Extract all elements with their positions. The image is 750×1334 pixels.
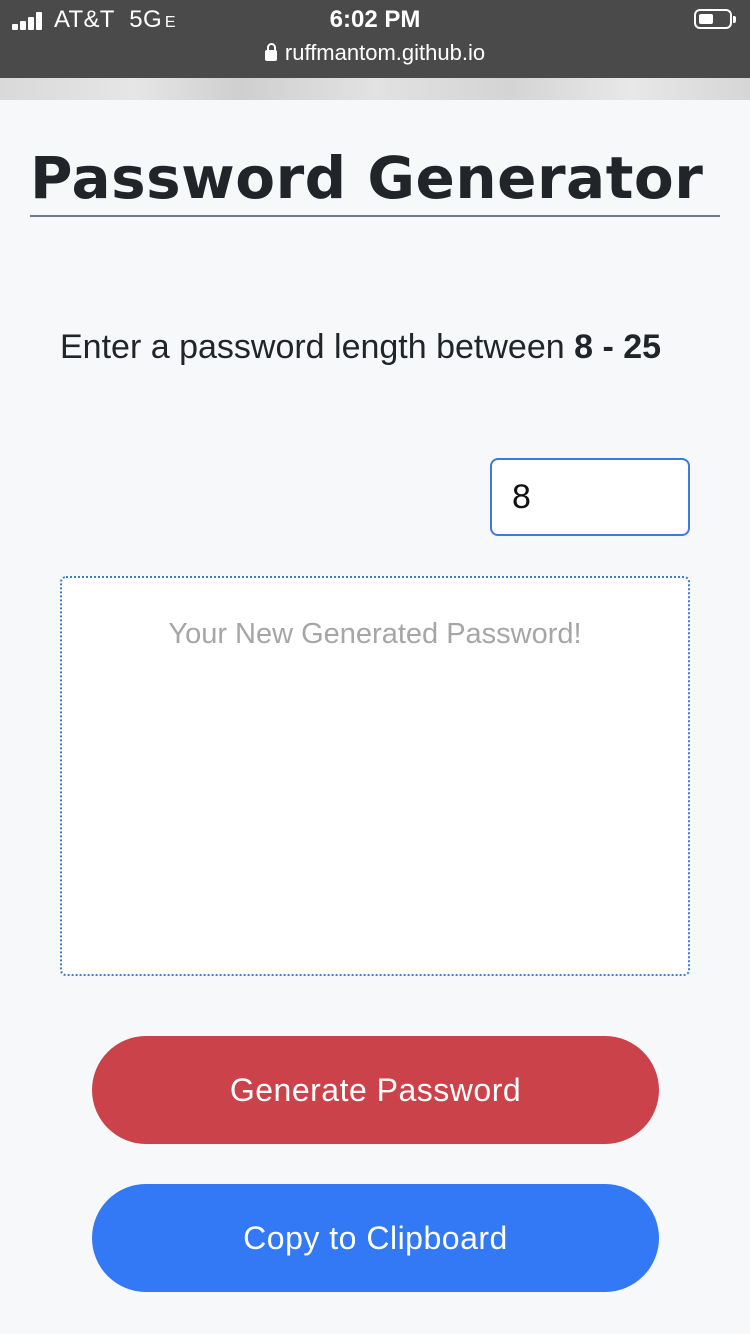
length-prompt-text: Enter a password length between: [60, 328, 575, 366]
header-background-strip: [0, 78, 750, 100]
battery-icon: [694, 9, 736, 29]
url-text: ruffmantom.github.io: [284, 40, 486, 65]
status-bar: AT&T 5G E 6:02 PM ruffmantom.github.io: [0, 0, 750, 78]
address-bar[interactable]: ruffmantom.github.io: [0, 40, 750, 66]
generate-password-button[interactable]: Generate Password: [92, 1036, 659, 1144]
length-range: 8 - 25: [574, 328, 662, 366]
page-title: Password Generator: [30, 144, 704, 212]
length-prompt: Enter a password length between 8 - 25: [60, 320, 700, 374]
password-output[interactable]: [60, 576, 690, 976]
copy-to-clipboard-button[interactable]: Copy to Clipboard: [92, 1184, 659, 1292]
status-time: 6:02 PM: [329, 6, 421, 33]
title-underline: [30, 215, 720, 217]
password-length-input[interactable]: [490, 458, 690, 536]
lock-icon: [264, 43, 277, 61]
